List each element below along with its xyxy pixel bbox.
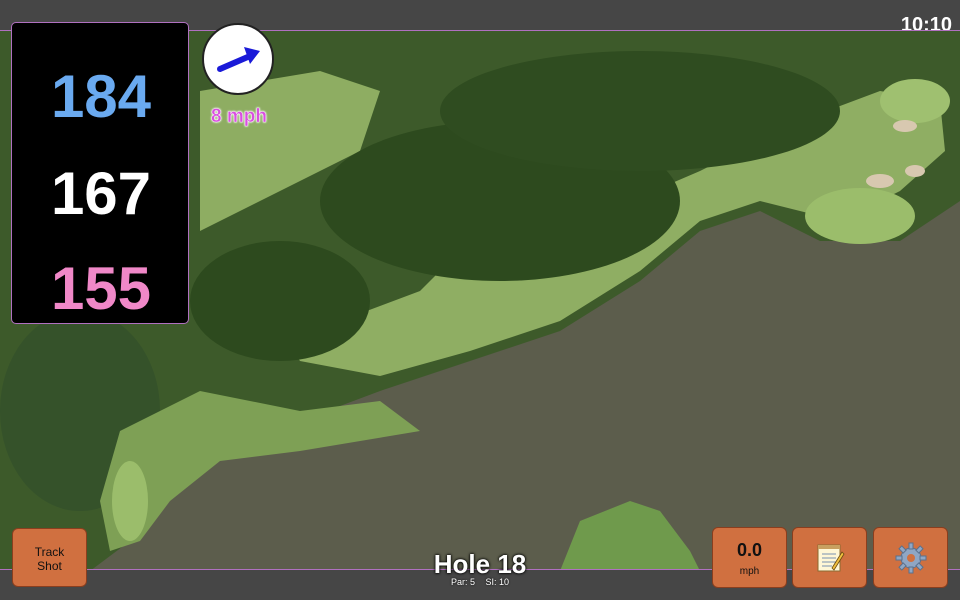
shot-speed-button[interactable]: 0.0 mph — [712, 527, 787, 588]
settings-button[interactable] — [873, 527, 948, 588]
hole-info: Par: 5 SI: 10 — [380, 577, 580, 587]
middle-yardage: 167 — [50, 160, 152, 227]
track-shot-label-line1: Track — [34, 545, 65, 559]
speed-value: 0.0 — [736, 540, 763, 560]
hole-title: Hole 18 — [433, 549, 527, 579]
wind-arrow-icon — [217, 47, 260, 72]
wind-speed-label: 8 mph — [211, 106, 267, 127]
wind-direction-indicator — [202, 23, 274, 95]
yardage-panel: 184 167 155 — [11, 22, 189, 324]
notepad-icon — [817, 544, 845, 571]
front-yardage: 155 — [50, 255, 152, 322]
back-yardage: 184 — [50, 63, 152, 130]
track-shot-label-line2: Shot — [37, 559, 62, 573]
speed-unit: mph — [739, 566, 760, 577]
notes-button[interactable] — [792, 527, 867, 588]
gear-icon — [895, 542, 926, 573]
track-shot-button[interactable]: Track Shot — [12, 528, 87, 587]
hole-stroke-index: SI: 10 — [485, 577, 510, 587]
hole-par: Par: 5 — [450, 577, 475, 587]
